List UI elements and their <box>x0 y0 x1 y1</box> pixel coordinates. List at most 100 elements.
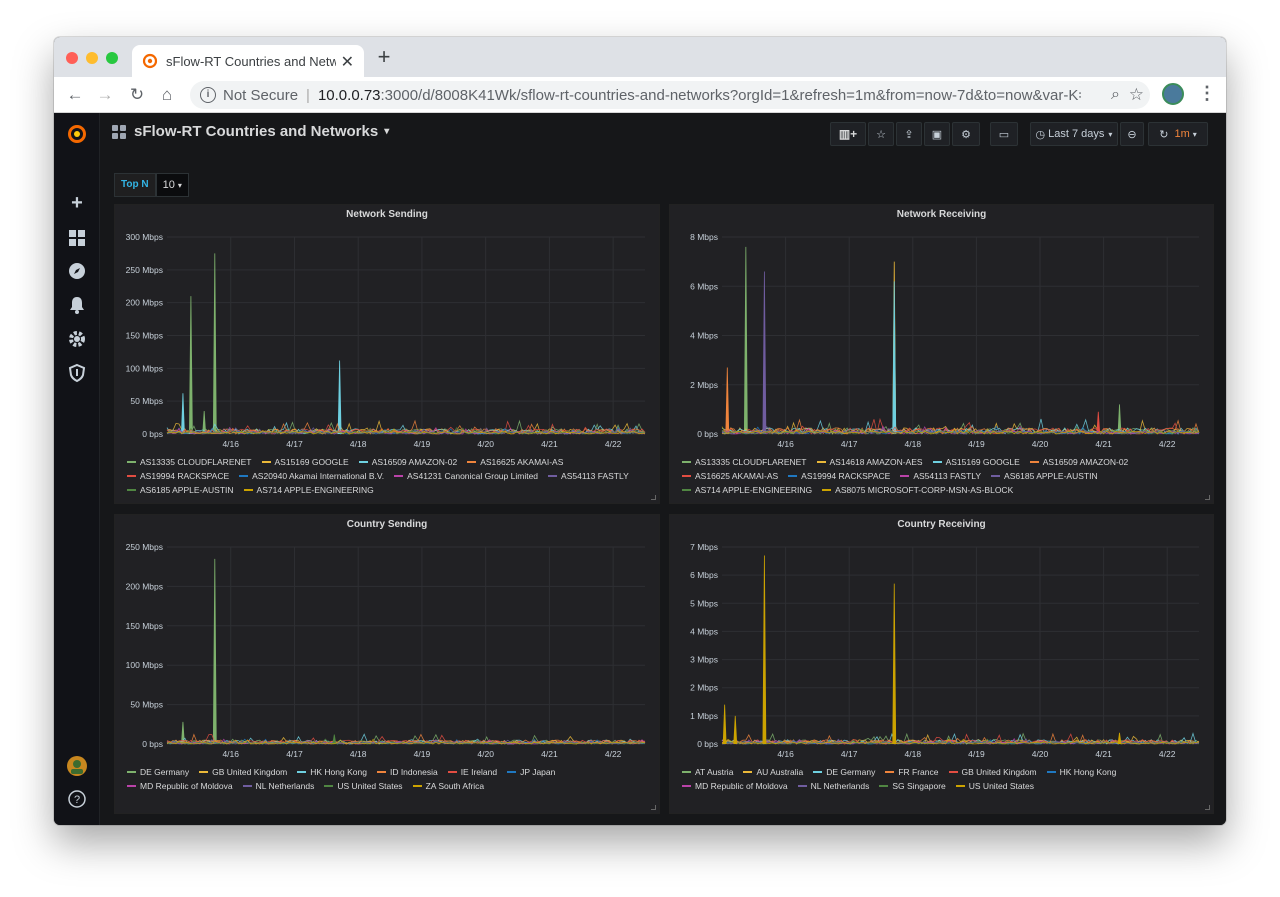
legend-item[interactable]: AS714 APPLE-ENGINEERING <box>243 485 374 495</box>
x-tick-label: 4/16 <box>222 749 239 759</box>
legend-item[interactable]: MD Republic of Moldova <box>682 781 788 791</box>
legend-item[interactable]: US United States <box>324 781 403 791</box>
legend-item[interactable]: AS14618 AMAZON-AES <box>816 457 923 467</box>
close-tab-icon[interactable]: ✕ <box>341 52 354 72</box>
legend-item[interactable]: AS8075 MICROSOFT-CORP-MSN-AS-BLOCK <box>822 485 1013 495</box>
legend-item[interactable]: AU Australia <box>743 767 803 777</box>
panel-resize-handle[interactable] <box>651 805 656 810</box>
explore-icon[interactable] <box>67 261 87 281</box>
reload-icon[interactable]: ↻ <box>126 85 148 107</box>
browser-tab[interactable]: sFlow-RT Countries and Networ ✕ <box>132 45 364 77</box>
legend-item[interactable]: JP Japan <box>507 767 555 777</box>
legend-item[interactable]: GB United Kingdom <box>948 767 1037 777</box>
legend-item[interactable]: AS19994 RACKSPACE <box>127 471 229 481</box>
legend-item[interactable]: AS41231 Canonical Group Limited <box>394 471 538 481</box>
close-window-button[interactable] <box>66 52 78 64</box>
legend-item[interactable]: HK Hong Kong <box>297 767 367 777</box>
save-dashboard-button[interactable]: ▣ <box>924 122 950 146</box>
gear-icon[interactable] <box>67 329 87 349</box>
maximize-window-button[interactable] <box>106 52 118 64</box>
legend-swatch <box>412 785 422 787</box>
url-bar[interactable]: i Not Secure | 10.0.0.73 :3000/d/8008K41… <box>190 81 1150 109</box>
legend-item[interactable]: AS6185 APPLE-AUSTIN <box>991 471 1098 481</box>
legend-item[interactable]: AS15169 GOOGLE <box>261 457 349 467</box>
panel-country-receiving[interactable]: Country Receiving 0 bps 1 Mbps 2 Mbps 3 Mbps… <box>669 514 1214 814</box>
legend-item[interactable]: AS6185 APPLE-AUSTIN <box>127 485 234 495</box>
panel-resize-handle[interactable] <box>1205 495 1210 500</box>
home-icon[interactable]: ⌂ <box>156 85 178 107</box>
panel-country-sending[interactable]: Country Sending 0 bps 50 Mbps 100 Mbps 150 M… <box>114 514 660 814</box>
x-tick-label: 4/22 <box>1159 749 1176 759</box>
x-tick-label: 4/22 <box>605 439 622 449</box>
profile-avatar[interactable] <box>1162 83 1184 105</box>
variable-value: 10 <box>162 179 175 191</box>
legend-item[interactable]: AS15169 GOOGLE <box>932 457 1020 467</box>
legend-item[interactable]: ID Indonesia <box>376 767 438 777</box>
panel-network-receiving[interactable]: Network Receiving 0 bps 2 Mbps 4 Mbps 6 Mbps… <box>669 204 1214 504</box>
legend-item[interactable]: AS13335 CLOUDFLARENET <box>682 457 807 467</box>
legend-item[interactable]: GB United Kingdom <box>199 767 287 777</box>
legend-item[interactable]: HK Hong Kong <box>1046 767 1116 777</box>
panel-network-sending[interactable]: Network Sending 0 bps 50 Mbps 100 Mbps 150 M… <box>114 204 660 504</box>
bookmark-star-icon[interactable]: ☆ <box>1129 85 1144 105</box>
legend-item[interactable]: DE Germany <box>813 767 875 777</box>
browser-menu-icon[interactable]: ⋮ <box>1198 83 1216 104</box>
y-tick-label: 1 Mbps <box>690 711 718 721</box>
series-spike <box>1117 732 1122 745</box>
legend-item[interactable]: AS16509 AMAZON-02 <box>358 457 457 467</box>
legend-item[interactable]: AT Austria <box>682 767 733 777</box>
legend-item[interactable]: AS54113 FASTLY <box>548 471 629 481</box>
dashboard-title-picker[interactable]: sFlow-RT Countries and Networks ▾ <box>112 123 389 140</box>
panel-resize-handle[interactable] <box>1205 805 1210 810</box>
legend-item[interactable]: AS19994 RACKSPACE <box>788 471 890 481</box>
chevron-down-icon: ▾ <box>1108 129 1113 139</box>
alerting-icon[interactable] <box>67 295 87 315</box>
share-dashboard-button[interactable]: ⇪ <box>896 122 922 146</box>
legend-item[interactable]: SG Singapore <box>879 781 946 791</box>
zoom-out-button[interactable]: ⊖ <box>1120 122 1144 146</box>
shield-icon[interactable] <box>67 363 87 383</box>
add-panel-button[interactable]: ▥+ <box>830 122 866 146</box>
new-tab-button[interactable]: + <box>372 45 396 69</box>
refresh-picker[interactable]: ↻ 1m ▾ <box>1148 122 1208 146</box>
time-range-picker[interactable]: ◷ Last 7 days ▾ <box>1030 122 1118 146</box>
grafana-logo-icon[interactable] <box>66 123 88 145</box>
star-icon: ☆ <box>876 128 886 141</box>
y-tick-label: 200 Mbps <box>126 581 163 591</box>
legend-item[interactable]: AS20940 Akamai International B.V. <box>239 471 384 481</box>
dashboards-icon[interactable] <box>67 228 87 248</box>
legend-item[interactable]: AS714 APPLE-ENGINEERING <box>682 485 812 495</box>
legend-label: AS14618 AMAZON-AES <box>829 457 923 467</box>
series-spike <box>733 715 738 745</box>
legend-item[interactable]: AS54113 FASTLY <box>900 471 981 481</box>
variable-select[interactable]: 10 ▾ <box>155 173 189 197</box>
forward-icon[interactable]: → <box>94 85 116 107</box>
info-icon[interactable]: i <box>200 87 216 103</box>
legend-item[interactable]: IE Ireland <box>447 767 497 777</box>
legend-swatch <box>948 771 958 773</box>
star-dashboard-button[interactable]: ☆ <box>868 122 894 146</box>
legend-item[interactable]: AS16509 AMAZON-02 <box>1029 457 1128 467</box>
panel-resize-handle[interactable] <box>651 495 656 500</box>
legend-swatch <box>788 475 798 477</box>
legend-item[interactable]: AS13335 CLOUDFLARENET <box>127 457 252 467</box>
dashboard-main: sFlow-RT Countries and Networks ▾ ▥+ ☆ ⇪… <box>100 113 1226 825</box>
legend-item[interactable]: FR France <box>885 767 939 777</box>
tv-mode-button[interactable]: ▭ <box>990 122 1018 146</box>
plus-icon[interactable]: + <box>67 193 87 213</box>
zoom-icon[interactable]: ⌕ <box>1111 86 1120 104</box>
legend-item[interactable]: AS16625 AKAMAI-AS <box>467 457 563 467</box>
legend-item[interactable]: DE Germany <box>127 767 189 777</box>
legend-item[interactable]: AS16625 AKAMAI-AS <box>682 471 778 481</box>
back-icon[interactable]: ← <box>64 85 86 107</box>
legend-item[interactable]: MD Republic of Moldova <box>127 781 233 791</box>
dashboard-settings-button[interactable]: ⚙ <box>952 122 980 146</box>
help-icon[interactable]: ? <box>67 789 87 809</box>
legend-item[interactable]: ZA South Africa <box>412 781 484 791</box>
legend-item[interactable]: US United States <box>955 781 1034 791</box>
legend-item[interactable]: NL Netherlands <box>797 781 869 791</box>
user-avatar-icon[interactable] <box>66 755 88 777</box>
minimize-window-button[interactable] <box>86 52 98 64</box>
legend-item[interactable]: NL Netherlands <box>242 781 314 791</box>
legend-swatch <box>447 771 457 773</box>
